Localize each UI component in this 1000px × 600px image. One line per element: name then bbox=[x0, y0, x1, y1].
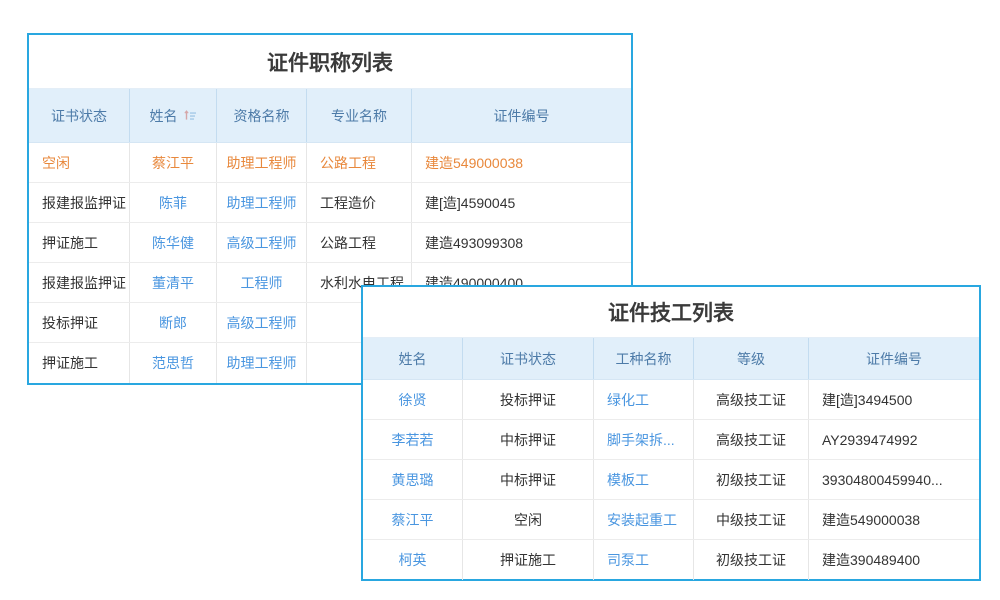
cell-worktype[interactable]: 模板工 bbox=[594, 460, 694, 499]
cell-cert-no: AY2939474992 bbox=[809, 420, 979, 459]
cell-name[interactable]: 李若若 bbox=[363, 420, 463, 459]
cert-worker-table-title: 证件技工列表 bbox=[363, 287, 979, 338]
cell-level: 中级技工证 bbox=[694, 500, 809, 539]
cell-worktype[interactable]: 安装起重工 bbox=[594, 500, 694, 539]
cell-major: 工程造价 bbox=[307, 183, 412, 222]
cell-cert-no: 建造390489400 bbox=[809, 540, 979, 580]
cell-name[interactable]: 陈菲 bbox=[130, 183, 217, 222]
cell-name[interactable]: 董清平 bbox=[130, 263, 217, 302]
cert-worker-table-header: 姓名 证书状态 工种名称 等级 证件编号 bbox=[363, 338, 979, 380]
cell-level: 高级技工证 bbox=[694, 380, 809, 419]
cell-name[interactable]: 断郎 bbox=[130, 303, 217, 342]
cell-cert-status: 押证施工 bbox=[463, 540, 594, 580]
cell-major: 公路工程 bbox=[307, 143, 412, 182]
cell-cert-status: 空闲 bbox=[29, 143, 130, 182]
cell-cert-status: 报建报监押证 bbox=[29, 183, 130, 222]
sort-icon[interactable] bbox=[184, 110, 197, 121]
col-header-name-label: 姓名 bbox=[150, 106, 178, 126]
cell-cert-no: 建造549000038 bbox=[809, 500, 979, 539]
cell-cert-no: 39304800459940... bbox=[809, 460, 979, 499]
cell-cert-no: 建[造]4590045 bbox=[412, 183, 631, 222]
cell-qualification[interactable]: 工程师 bbox=[217, 263, 307, 302]
cert-title-table-title: 证件职称列表 bbox=[29, 35, 631, 89]
cell-qualification[interactable]: 高级工程师 bbox=[217, 303, 307, 342]
cell-worktype[interactable]: 绿化工 bbox=[594, 380, 694, 419]
cell-cert-status: 中标押证 bbox=[463, 460, 594, 499]
col-header-worktype: 工种名称 bbox=[594, 338, 694, 379]
cell-qualification[interactable]: 助理工程师 bbox=[217, 143, 307, 182]
cell-level: 初级技工证 bbox=[694, 460, 809, 499]
page: 证件职称列表 证书状态 姓名 资格名称 专业名称 证件编号 bbox=[0, 0, 1000, 600]
cell-qualification[interactable]: 助理工程师 bbox=[217, 183, 307, 222]
cell-cert-status: 空闲 bbox=[463, 500, 594, 539]
table-row[interactable]: 李若若 中标押证 脚手架拆... 高级技工证 AY2939474992 bbox=[363, 420, 979, 460]
col-header-cert-status: 证书状态 bbox=[463, 338, 594, 379]
cell-qualification[interactable]: 高级工程师 bbox=[217, 223, 307, 262]
col-header-cert-status: 证书状态 bbox=[29, 89, 130, 142]
cell-cert-status: 押证施工 bbox=[29, 223, 130, 262]
cell-name[interactable]: 蔡江平 bbox=[363, 500, 463, 539]
cell-worktype[interactable]: 司泵工 bbox=[594, 540, 694, 580]
cell-cert-status: 押证施工 bbox=[29, 343, 130, 383]
col-header-qualification: 资格名称 bbox=[217, 89, 307, 142]
cell-level: 初级技工证 bbox=[694, 540, 809, 580]
cell-cert-status: 投标押证 bbox=[463, 380, 594, 419]
cell-cert-status: 中标押证 bbox=[463, 420, 594, 459]
table-row[interactable]: 柯英 押证施工 司泵工 初级技工证 建造390489400 bbox=[363, 540, 979, 580]
cell-worktype[interactable]: 脚手架拆... bbox=[594, 420, 694, 459]
cell-cert-no: 建造549000038 bbox=[412, 143, 631, 182]
col-header-major: 专业名称 bbox=[307, 89, 412, 142]
table-row[interactable]: 黄思璐 中标押证 模板工 初级技工证 39304800459940... bbox=[363, 460, 979, 500]
cert-title-table-header: 证书状态 姓名 资格名称 专业名称 证件编号 bbox=[29, 89, 631, 143]
cert-worker-table: 证件技工列表 姓名 证书状态 工种名称 等级 证件编号 徐贤 投标押证 绿化工 … bbox=[361, 285, 981, 581]
cell-name[interactable]: 徐贤 bbox=[363, 380, 463, 419]
table-row[interactable]: 报建报监押证 陈菲 助理工程师 工程造价 建[造]4590045 bbox=[29, 183, 631, 223]
table-row[interactable]: 蔡江平 空闲 安装起重工 中级技工证 建造549000038 bbox=[363, 500, 979, 540]
col-header-cert-no: 证件编号 bbox=[809, 338, 979, 379]
cell-name[interactable]: 陈华健 bbox=[130, 223, 217, 262]
table-row[interactable]: 空闲 蔡江平 助理工程师 公路工程 建造549000038 bbox=[29, 143, 631, 183]
table-row[interactable]: 徐贤 投标押证 绿化工 高级技工证 建[造]3494500 bbox=[363, 380, 979, 420]
cell-cert-no: 建[造]3494500 bbox=[809, 380, 979, 419]
cell-cert-status: 报建报监押证 bbox=[29, 263, 130, 302]
col-header-level: 等级 bbox=[694, 338, 809, 379]
cell-major: 公路工程 bbox=[307, 223, 412, 262]
cell-cert-status: 投标押证 bbox=[29, 303, 130, 342]
cell-level: 高级技工证 bbox=[694, 420, 809, 459]
col-header-name: 姓名 bbox=[363, 338, 463, 379]
cell-name[interactable]: 范思哲 bbox=[130, 343, 217, 383]
cell-name[interactable]: 蔡江平 bbox=[130, 143, 217, 182]
col-header-name[interactable]: 姓名 bbox=[130, 89, 217, 142]
table-row[interactable]: 押证施工 陈华健 高级工程师 公路工程 建造493099308 bbox=[29, 223, 631, 263]
cell-name[interactable]: 黄思璐 bbox=[363, 460, 463, 499]
cell-qualification[interactable]: 助理工程师 bbox=[217, 343, 307, 383]
cell-name[interactable]: 柯英 bbox=[363, 540, 463, 580]
cell-cert-no: 建造493099308 bbox=[412, 223, 631, 262]
col-header-cert-no: 证件编号 bbox=[412, 89, 631, 142]
